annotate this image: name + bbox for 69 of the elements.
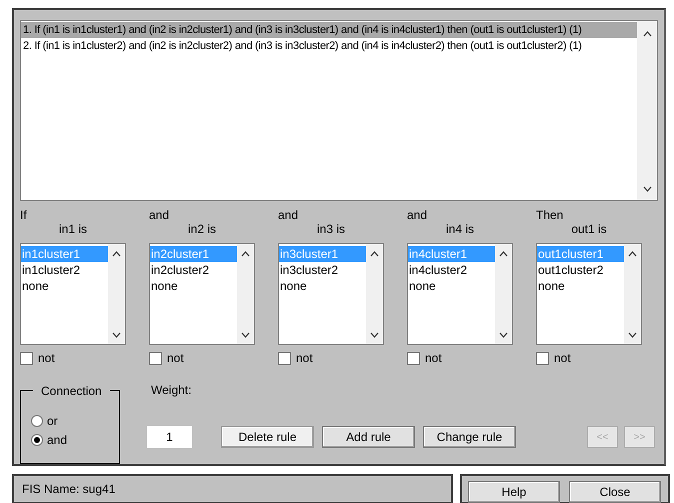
scrollbar[interactable] [237, 244, 254, 344]
list-item[interactable]: in1cluster2 [21, 262, 108, 278]
checkbox-label: not [554, 351, 571, 365]
weight-field[interactable]: 1 [147, 426, 192, 448]
list-item[interactable]: in3cluster2 [279, 262, 366, 278]
radio-label: or [47, 414, 58, 428]
variable-label: in2 is [186, 222, 217, 237]
variable-label: out1 is [570, 222, 608, 237]
weight-label: Weight: [151, 383, 192, 397]
list-item[interactable]: none [150, 278, 237, 294]
connector-label: and [149, 208, 170, 222]
membership-list[interactable]: in4cluster1 in4cluster2 none [407, 243, 513, 345]
not-checkbox[interactable] [278, 352, 291, 364]
membership-list[interactable]: out1cluster1 out1cluster2 none [536, 243, 642, 345]
scrollbar[interactable] [495, 244, 512, 344]
radio-label: and [47, 432, 68, 446]
radio-button[interactable] [31, 434, 43, 446]
scrollbar[interactable] [108, 244, 125, 344]
status-bar: FIS Name: sug41 [12, 474, 453, 503]
not-checkbox[interactable] [407, 352, 420, 364]
connector-label: Then [536, 208, 564, 222]
scroll-down-icon[interactable] [112, 332, 121, 338]
rule-list[interactable] [20, 20, 658, 201]
radio-button[interactable] [31, 414, 43, 426]
scrollbar[interactable] [637, 21, 657, 200]
rule-button[interactable]: Add rule [322, 426, 415, 448]
scroll-up-icon[interactable] [112, 251, 121, 257]
variable-label: in3 is [316, 222, 346, 237]
scroll-up-icon[interactable] [241, 251, 250, 257]
footer-button[interactable]: Help [468, 481, 560, 503]
rule-item[interactable]: 1. If (in1 is in1cluster1) and (in2 is in2cluster1) and (in3 is in3cluster1) and (in4 is in4cluster1) then (out1 is out1cluster1) (1) [21, 22, 637, 38]
scroll-up-icon[interactable] [370, 251, 379, 257]
connector-label: and [278, 208, 300, 222]
scroll-down-icon[interactable] [628, 332, 637, 338]
list-item[interactable]: in4cluster2 [408, 262, 495, 278]
connector-label: and [407, 208, 428, 222]
list-item[interactable]: in2cluster2 [150, 262, 237, 278]
list-item[interactable]: none [279, 278, 366, 294]
variable-label: in1 is [58, 222, 88, 237]
list-item[interactable]: out1cluster2 [537, 262, 624, 278]
not-checkbox[interactable] [536, 352, 549, 364]
membership-list[interactable]: in2cluster1 in2cluster2 none [149, 243, 255, 345]
scrollbar[interactable] [366, 244, 383, 344]
list-item[interactable]: none [408, 278, 495, 294]
checkbox-label: not [296, 351, 313, 365]
checkbox-label: not [38, 351, 55, 365]
scroll-up-icon[interactable] [628, 251, 637, 257]
scroll-down-icon[interactable] [370, 332, 379, 338]
scroll-down-icon[interactable] [241, 332, 250, 338]
group-title: Connection [33, 384, 110, 398]
not-checkbox[interactable] [20, 352, 33, 364]
scrollbar[interactable] [624, 244, 641, 344]
not-checkbox[interactable] [149, 352, 162, 364]
scroll-up-icon[interactable] [642, 31, 652, 37]
rule-button[interactable]: Change rule [423, 426, 516, 448]
membership-list[interactable]: in1cluster1 in1cluster2 none [20, 243, 126, 345]
footer-button[interactable]: Close [569, 481, 661, 503]
rule-item[interactable]: 2. If (in1 is in1cluster2) and (in2 is in2cluster2) and (in3 is in3cluster2) and (in4 is in4cluster2) then (out1 is out1cluster2) (1) [21, 38, 637, 54]
list-item[interactable]: none [537, 278, 624, 294]
rule-button[interactable]: Delete rule [221, 426, 314, 448]
variable-label: in4 is [444, 222, 475, 237]
checkbox-label: not [425, 351, 442, 365]
scroll-up-icon[interactable] [499, 251, 508, 257]
membership-list[interactable]: in3cluster1 in3cluster2 none [278, 243, 384, 345]
scroll-down-icon[interactable] [499, 332, 508, 338]
list-item[interactable]: none [21, 278, 108, 294]
scroll-down-icon[interactable] [642, 186, 652, 192]
checkbox-label: not [167, 351, 184, 365]
connector-label: If [20, 208, 28, 222]
